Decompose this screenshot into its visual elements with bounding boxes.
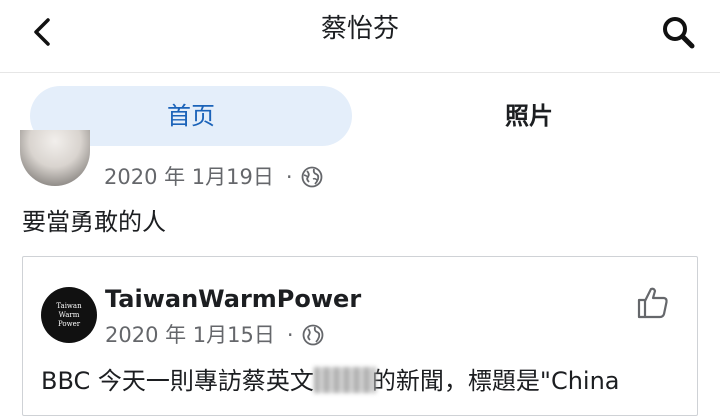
avatar-text-warm: Warm xyxy=(58,310,80,319)
avatar-text-power: Power xyxy=(57,319,81,328)
meta-separator: · xyxy=(285,165,293,189)
shared-post-text: BBC 今天一則專訪蔡英文 的新聞，標題是"China xyxy=(41,361,620,401)
thumbs-up-icon xyxy=(637,287,668,319)
page-title: 蔡怡芬 xyxy=(320,14,399,44)
shared-post-card[interactable]: Taiwan Warm Power TaiwanWarmPower 2020 年… xyxy=(22,256,698,416)
tab-photos[interactable]: 照片 xyxy=(368,86,690,146)
shared-text-part-2: 的新聞，標題是"China xyxy=(371,367,620,395)
like-button[interactable] xyxy=(633,283,673,323)
profile-tabs: 首页 照片 xyxy=(0,72,720,158)
search-button[interactable] xyxy=(656,10,700,54)
shared-post-date[interactable]: 2020 年 1月15日 xyxy=(105,319,275,351)
globe-icon xyxy=(301,166,323,188)
meta-separator: · xyxy=(286,323,294,347)
post-date[interactable]: 2020 年 1月19日 xyxy=(104,160,274,194)
avatar-text-taiwan: Taiwan xyxy=(56,301,82,310)
post-meta: 2020 年 1月19日 · xyxy=(104,160,323,194)
shared-text-part-1: BBC 今天一則專訪蔡英文 xyxy=(41,367,314,395)
redacted-text xyxy=(313,367,376,393)
shared-author-name[interactable]: TaiwanWarmPower xyxy=(105,283,361,315)
shared-post-meta: 2020 年 1月15日 · xyxy=(105,319,324,351)
shared-author-avatar[interactable]: Taiwan Warm Power xyxy=(41,287,97,343)
app-header: 蔡怡芬 xyxy=(0,0,720,73)
globe-icon xyxy=(302,324,324,346)
author-avatar[interactable] xyxy=(20,130,90,186)
search-icon xyxy=(663,17,695,49)
post-text: 要當勇敢的人 xyxy=(22,208,166,236)
